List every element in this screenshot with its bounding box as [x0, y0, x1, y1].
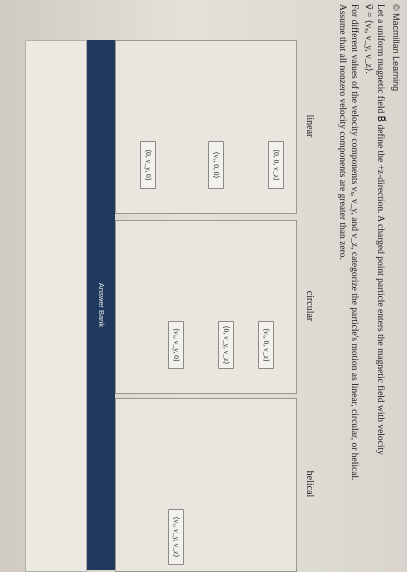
- answer-tile[interactable]: ⟨vₓ, 0, v_z⟩: [258, 321, 274, 369]
- question-line-1: Let a uniform magnetic field B⃗ define t…: [375, 4, 385, 455]
- answer-tile[interactable]: ⟨vₓ, v_y, v_z⟩: [168, 509, 184, 565]
- linear-heading: linear: [304, 114, 315, 138]
- answer-tile[interactable]: ⟨0, v_y, 0⟩: [140, 141, 156, 189]
- linear-drop-zone[interactable]: ⟨0, 0, v_z⟩ ⟨vₓ, 0, 0⟩ ⟨0, v_y, 0⟩: [115, 40, 297, 214]
- question-page: © Macmillan Learning Let a uniform magne…: [0, 0, 407, 572]
- answer-tile[interactable]: ⟨vₓ, 0, 0⟩: [208, 141, 224, 189]
- question-line-2: v⃗ = ⟨vₓ, v_y, v_z⟩.: [363, 4, 373, 74]
- answer-bank-label: Answer Bank: [97, 282, 106, 328]
- answer-tile[interactable]: ⟨0, v_y, v_z⟩: [218, 321, 234, 369]
- answer-bank-area[interactable]: [25, 40, 87, 572]
- question-line-3: For different values of the velocity com…: [349, 4, 359, 481]
- answer-tile[interactable]: ⟨0, 0, v_z⟩: [268, 141, 284, 189]
- answer-bank-header: Answer Bank: [87, 40, 115, 570]
- question-line-4: Assume that all nonzero velocity compone…: [337, 4, 347, 260]
- answer-tile[interactable]: ⟨vₓ, v_y, 0⟩: [168, 321, 184, 369]
- helical-drop-zone[interactable]: ⟨vₓ, v_y, v_z⟩: [115, 398, 297, 572]
- circular-drop-zone[interactable]: ⟨vₓ, 0, v_z⟩ ⟨0, v_y, v_z⟩ ⟨vₓ, v_y, 0⟩: [115, 220, 297, 394]
- copyright-credit: © Macmillan Learning: [391, 4, 401, 92]
- circular-heading: circular: [304, 290, 315, 322]
- screenshot-frame: © Macmillan Learning Let a uniform magne…: [0, 0, 407, 572]
- helical-heading: helical: [304, 470, 315, 498]
